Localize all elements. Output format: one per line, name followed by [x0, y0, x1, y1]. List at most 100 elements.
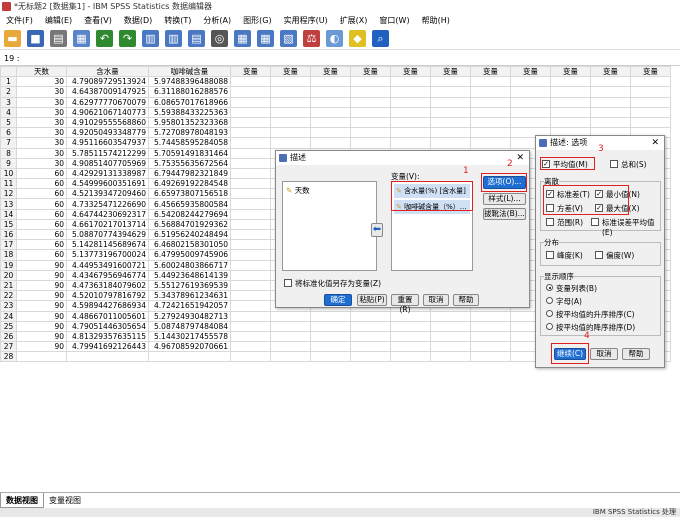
row-header[interactable]: 19 [0, 259, 17, 271]
data-cell[interactable]: 60 [16, 178, 67, 190]
empty-cell[interactable] [230, 147, 271, 159]
empty-cell[interactable] [390, 320, 431, 332]
row-header[interactable]: 10 [0, 167, 17, 180]
empty-cell[interactable] [230, 96, 271, 108]
empty-cell[interactable] [390, 351, 431, 363]
data-cell[interactable]: 5.13773196700024 [66, 249, 149, 261]
data-cell[interactable]: 90 [16, 269, 67, 281]
empty-cell[interactable] [550, 106, 591, 118]
data-cell[interactable]: 60 [16, 198, 67, 210]
empty-cell[interactable] [230, 341, 271, 353]
empty-cell[interactable] [510, 106, 551, 118]
split-file-icon[interactable]: ▧ [280, 30, 297, 47]
empty-cell[interactable] [590, 116, 631, 129]
empty-cell[interactable] [390, 330, 431, 343]
row-header[interactable]: 24 [0, 310, 17, 322]
data-cell[interactable]: 4.42929131338987 [66, 167, 149, 180]
data-cell[interactable]: 4.95116603547937 [66, 137, 149, 149]
data-cell[interactable]: 4.72421651942057 [148, 300, 231, 312]
empty-cell[interactable] [470, 330, 511, 343]
paste-button[interactable]: 粘贴(P) [357, 294, 387, 306]
data-cell[interactable]: 30 [16, 106, 67, 118]
row-header[interactable]: 16 [0, 228, 17, 241]
data-cell[interactable]: 5.75355635672564 [148, 157, 231, 169]
empty-cell[interactable] [470, 320, 511, 332]
variables-icon[interactable]: ▤ [188, 30, 205, 47]
row-header[interactable]: 4 [0, 106, 17, 118]
select-cases-icon[interactable]: ◐ [326, 30, 343, 47]
insert-variable-icon[interactable]: ▦ [257, 30, 274, 47]
data-cell[interactable]: 6.47995009745906 [148, 249, 231, 261]
se-mean-checkbox[interactable] [591, 218, 599, 226]
empty-cell[interactable] [230, 249, 271, 261]
empty-cell[interactable] [310, 96, 351, 108]
data-cell[interactable]: 4.44953491600721 [66, 259, 149, 271]
menu-item[interactable]: 分析(A) [197, 13, 237, 28]
empty-cell[interactable] [230, 178, 271, 190]
empty-cell[interactable] [350, 341, 391, 353]
row-header[interactable]: 2 [0, 86, 17, 98]
data-cell[interactable]: 4.90851407705969 [66, 157, 149, 169]
data-cell[interactable]: 4.81329357635115 [66, 330, 149, 343]
empty-cell[interactable] [270, 330, 311, 343]
row-header[interactable]: 6 [0, 127, 17, 139]
value-labels-icon[interactable]: ◆ [349, 30, 366, 47]
data-cell[interactable]: 5.95801352323368 [148, 116, 231, 129]
data-cell[interactable]: 6.51956240248494 [148, 228, 231, 241]
empty-cell[interactable] [230, 86, 271, 98]
empty-cell[interactable] [430, 127, 471, 139]
data-cell[interactable]: 5.97488396488088 [148, 76, 231, 88]
empty-cell[interactable] [350, 76, 391, 88]
empty-cell[interactable] [270, 137, 311, 149]
empty-cell[interactable] [430, 76, 471, 88]
empty-cell[interactable] [350, 137, 391, 149]
data-cell[interactable]: 6.79447982321849 [148, 167, 231, 180]
empty-cell[interactable] [430, 310, 471, 322]
empty-cell[interactable] [630, 76, 671, 88]
open-folder-icon[interactable]: ▬ [4, 30, 21, 47]
menu-item[interactable]: 扩展(X) [334, 13, 374, 28]
empty-cell[interactable] [390, 86, 431, 98]
menu-item[interactable]: 图形(G) [237, 13, 277, 28]
empty-cell[interactable] [550, 96, 591, 108]
data-cell[interactable]: 4.47363184079602 [66, 279, 149, 292]
data-cell[interactable]: 5.08870774394629 [66, 228, 149, 241]
data-cell[interactable]: 4.64387009147925 [66, 86, 149, 98]
data-cell[interactable]: 30 [16, 76, 67, 88]
empty-cell[interactable] [230, 208, 271, 220]
data-cell[interactable]: 30 [16, 96, 67, 108]
tab-variable-view[interactable]: 变量视图 [44, 493, 86, 508]
tab-data-view[interactable]: 数据视图 [0, 493, 44, 508]
data-cell[interactable]: 60 [16, 188, 67, 200]
data-cell[interactable]: 90 [16, 310, 67, 322]
column-header[interactable]: 变量 [590, 66, 631, 78]
empty-cell[interactable] [350, 96, 391, 108]
data-cell[interactable]: 5.78511574212299 [66, 147, 149, 159]
empty-cell[interactable] [430, 330, 471, 343]
column-header[interactable]: 变量 [310, 66, 351, 78]
empty-cell[interactable] [230, 228, 271, 241]
column-header[interactable]: 变量 [470, 66, 511, 78]
close-icon[interactable]: ✕ [651, 136, 659, 150]
row-header[interactable]: 17 [0, 239, 17, 251]
weight-cases-icon[interactable]: ⚖ [303, 30, 320, 47]
menu-item[interactable]: 实用程序(U) [278, 13, 334, 28]
data-cell[interactable]: 4.52010797816792 [66, 290, 149, 302]
column-header[interactable]: 含水量 [66, 66, 149, 78]
data-cell[interactable]: 6.49269192284548 [148, 178, 231, 190]
empty-cell[interactable] [430, 351, 471, 363]
options-help-button[interactable]: 帮助 [622, 348, 650, 360]
empty-cell[interactable] [310, 320, 351, 332]
empty-cell[interactable] [230, 300, 271, 312]
data-cell[interactable]: 5.74458595284058 [148, 137, 231, 149]
data-cell[interactable]: 6.65973807156518 [148, 188, 231, 200]
data-cell[interactable]: 5.14281145689674 [66, 239, 149, 251]
data-cell[interactable]: 4.91029555568860 [66, 116, 149, 129]
data-cell[interactable]: 4.54999600351691 [66, 178, 149, 190]
row-header[interactable]: 8 [0, 147, 17, 159]
empty-cell[interactable] [510, 86, 551, 98]
empty-cell[interactable] [350, 320, 391, 332]
save-standardized-checkbox[interactable] [284, 279, 292, 287]
order-asc-radio[interactable] [546, 310, 553, 317]
empty-cell[interactable] [470, 351, 511, 363]
